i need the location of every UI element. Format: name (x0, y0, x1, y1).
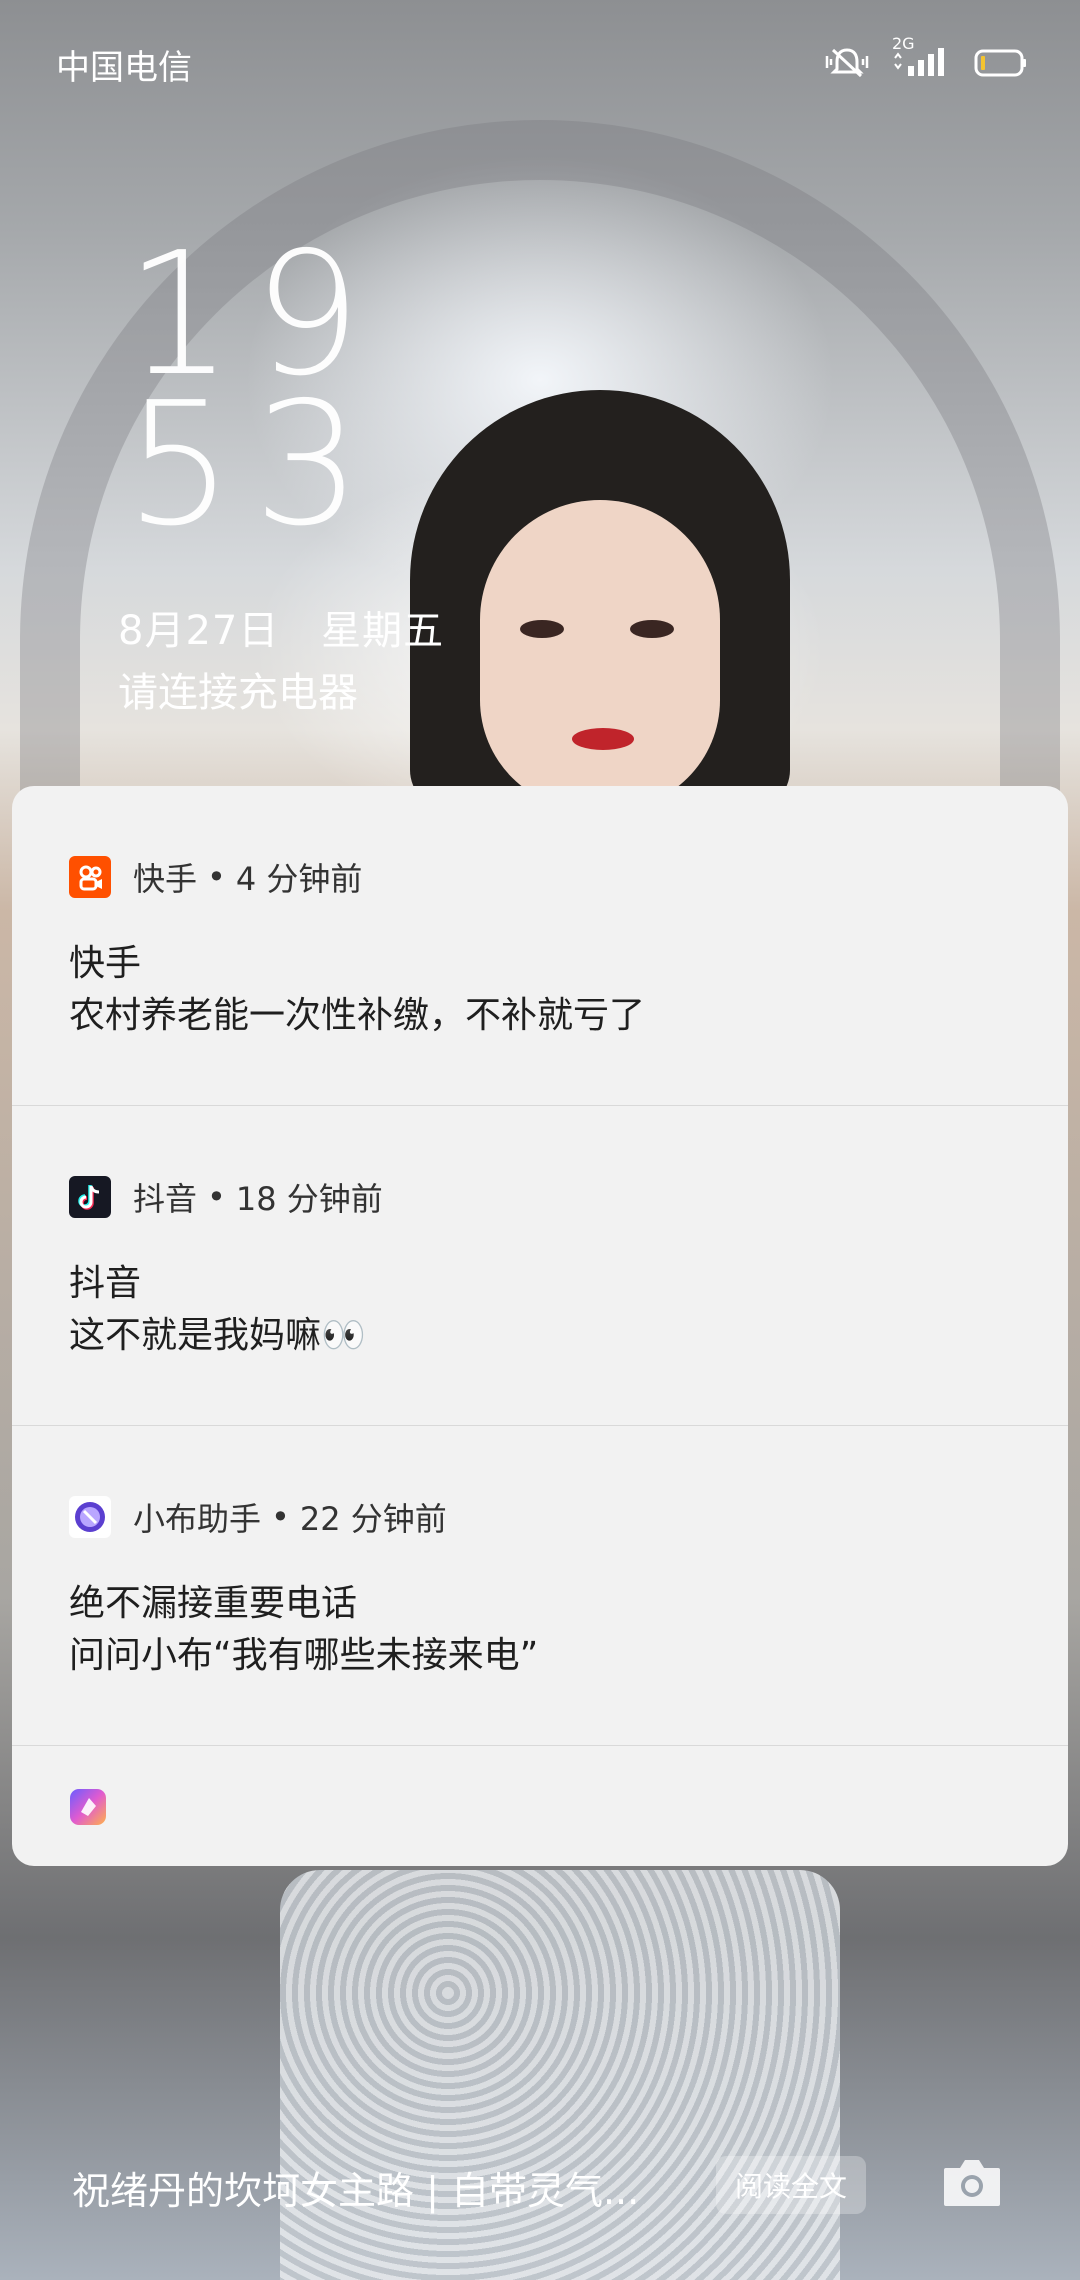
read-full-button[interactable]: 阅读全文 (716, 2156, 866, 2214)
notification-body: 农村养老能一次性补缴，不补就亏了 (69, 995, 646, 1036)
kuaishou-icon (69, 856, 111, 898)
carrier-name: 中国电信 (56, 48, 192, 88)
notification-separator: • (207, 1178, 226, 1216)
breeno-icon (69, 1496, 111, 1538)
notification-time: 22 分钟前 (299, 1500, 447, 1538)
notification-title: 绝不漏接重要电话 (69, 1583, 358, 1624)
clock-minute: 53 (125, 366, 382, 564)
lockscreen-date: 8月27日 星期五 (118, 598, 444, 656)
notification-title: 抖音 (69, 1263, 142, 1304)
charge-prompt: 请连接充电器 (118, 670, 358, 716)
notification-title: 快手 (69, 943, 142, 984)
notification-footer[interactable] (12, 1746, 1068, 1866)
notification-header: 快手 • 4 分钟前 (69, 854, 362, 900)
magazine-caption[interactable]: 祝绪丹的坎坷女主路 | 自带灵气... (72, 2160, 639, 2215)
notification-app-name: 抖音 (133, 1180, 198, 1218)
notification-body: 问问小布“我有哪些未接来电” (69, 1635, 539, 1676)
lockscreen-clock: 19 53 (125, 230, 382, 564)
notification-body: 这不就是我妈嘛👀 (69, 1315, 366, 1356)
notification-time: 18 分钟前 (235, 1180, 383, 1218)
vibrate-mute-icon (824, 46, 870, 80)
signal-icon: 2G (892, 34, 952, 82)
status-bar: 中国电信 2G (0, 0, 1080, 130)
date-text: 8月27日 (118, 608, 280, 654)
douyin-icon (69, 1176, 111, 1218)
status-icons: 2G (824, 34, 1028, 82)
camera-icon[interactable] (940, 2154, 1004, 2214)
notification-separator: • (207, 858, 226, 896)
notification-header: 抖音 • 18 分钟前 (69, 1174, 383, 1220)
notification-card[interactable]: 抖音 • 18 分钟前 抖音 这不就是我妈嘛👀 (12, 1106, 1068, 1426)
battery-icon (974, 48, 1028, 78)
notification-card[interactable]: 小布助手 • 22 分钟前 绝不漏接重要电话 问问小布“我有哪些未接来电” (12, 1426, 1068, 1746)
network-type: 2G (892, 34, 915, 53)
notification-settings-icon[interactable] (69, 1788, 107, 1830)
notification-header: 小布助手 • 22 分钟前 (69, 1494, 447, 1540)
weekday-text: 星期五 (321, 608, 445, 654)
notification-time: 4 分钟前 (235, 860, 363, 898)
notification-app-name: 小布助手 (133, 1500, 262, 1538)
notification-card[interactable]: 快手 • 4 分钟前 快手 农村养老能一次性补缴，不补就亏了 (12, 786, 1068, 1106)
notification-panel: 快手 • 4 分钟前 快手 农村养老能一次性补缴，不补就亏了 抖音 • 18 分… (12, 786, 1068, 1866)
wallpaper-dress (280, 1870, 840, 2280)
notification-app-name: 快手 (133, 860, 198, 898)
notification-separator: • (271, 1498, 290, 1536)
wallpaper-portrait (410, 390, 790, 810)
